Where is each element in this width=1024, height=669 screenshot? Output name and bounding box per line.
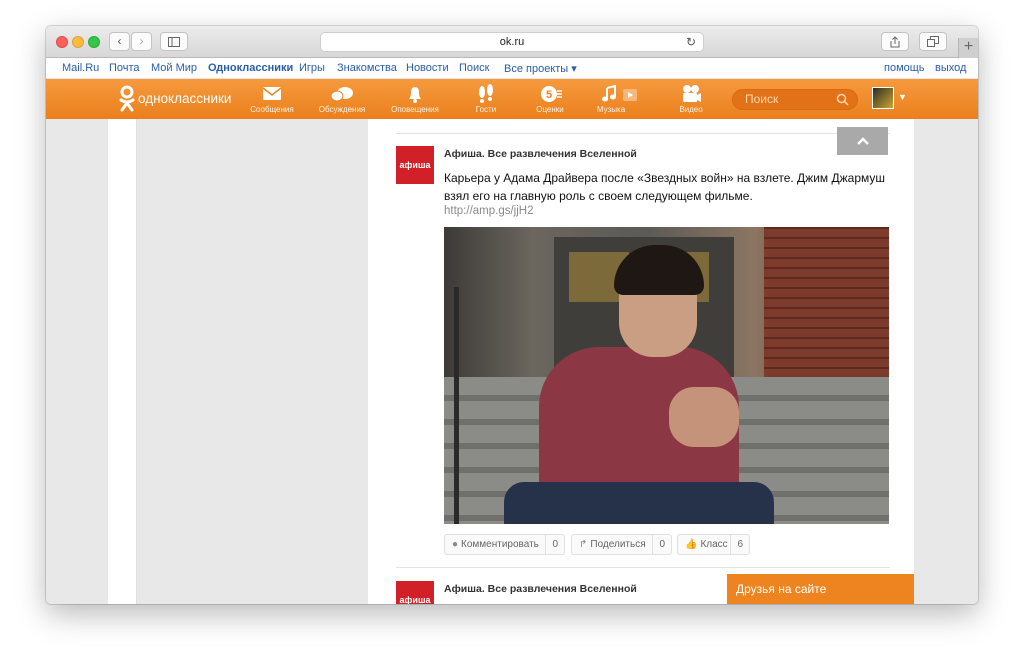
post-author[interactable]: Афиша. Все развлечения Вселенной [444,583,637,595]
ok-logo-icon[interactable] [119,85,135,113]
portal-link-mailru[interactable]: Mail.Ru [62,62,99,74]
divider [396,133,890,134]
bell-icon [409,87,421,103]
browser-window: ‹ › ok.ru ↻ + Mail.Ru Почта Мой Мир Одно… [46,26,978,604]
back-button[interactable]: ‹ [109,32,130,51]
sidebar-icon [168,37,180,47]
nav-ratings[interactable]: 5 Оценки [520,83,580,115]
nav-notifications[interactable]: Оповещения [385,83,445,115]
search-icon[interactable] [836,93,849,106]
post-link[interactable]: http://amp.gs/jjH2 [444,205,533,217]
minimize-window-button[interactable] [72,36,84,48]
search-placeholder: Поиск [745,92,779,106]
portal-link-games[interactable]: Игры [299,62,325,74]
tabs-icon [927,36,939,47]
portal-link-all-projects[interactable]: Все проекты ▾ [504,62,577,75]
share-arrow-icon: ↱ [579,539,588,550]
url-text: ok.ru [499,36,525,48]
nav-label: Видео [679,105,703,114]
like-button[interactable]: 👍 Класс 6 [677,534,750,555]
share-icon [890,36,900,48]
like-label: Класс [700,539,728,550]
nav-guests[interactable]: Гости [456,83,516,115]
nav-discussions[interactable]: Обсуждения [312,83,372,115]
comment-button[interactable]: ● Комментировать 0 [444,534,565,555]
nav-music[interactable]: Музыка [581,83,641,115]
portal-link-my-world[interactable]: Мой Мир [151,62,197,74]
plus-icon: + [963,38,974,55]
column-divider [136,119,137,604]
share-count: 0 [652,535,671,554]
portal-link-search[interactable]: Поиск [459,62,489,74]
sidebar-button[interactable] [160,32,188,51]
chevron-right-icon: › [139,34,144,48]
chat-icon [330,87,353,102]
chevron-left-icon: ‹ [117,34,122,48]
reload-icon[interactable]: ↻ [686,33,696,51]
music-icon [602,84,637,102]
nav-label: Гости [475,105,497,114]
post-avatar[interactable]: афиша [396,146,434,184]
share-button[interactable] [881,32,909,51]
rating-icon: 5 [541,86,562,102]
post-photo[interactable] [444,227,889,524]
nav-video[interactable]: Видео [661,83,721,115]
left-column [108,119,136,604]
like-count: 6 [730,535,749,554]
post-author[interactable]: Афиша. Все развлечения Вселенной [444,148,637,160]
video-camera-icon [683,85,701,102]
post-text: Карьера у Адама Драйвера после «Звездных… [444,171,885,203]
nav-label: Обсуждения [318,105,366,114]
portal-link-logout[interactable]: выход [935,62,966,74]
avatar[interactable] [872,87,894,109]
portal-link-dating[interactable]: Знакомства [337,62,397,74]
nav-label: Оповещения [391,105,439,114]
search-input[interactable]: Поиск [732,89,858,110]
comment-count: 0 [545,535,564,554]
divider [396,567,890,568]
new-tab-button[interactable]: + [958,38,978,58]
portal-link-mail[interactable]: Почта [109,62,140,74]
thumbs-up-icon: 👍 [685,539,698,550]
nav-label: Музыка [596,105,626,114]
page-content: афиша Афиша. Все развлечения Вселенной К… [46,119,978,604]
post-avatar[interactable]: афиша [396,581,434,604]
photo-railing [454,287,474,524]
photo-person-hands [669,387,739,447]
tabs-overview-button[interactable] [919,32,947,51]
forward-button[interactable]: › [131,32,152,51]
photo-brick-wall [764,227,889,377]
footprints-icon [479,84,493,103]
friends-online-bar[interactable]: Друзья на сайте [727,574,914,604]
comment-label: Комментировать [461,539,539,550]
share-post-button[interactable]: ↱ Поделиться 0 [571,534,672,555]
close-window-button[interactable] [56,36,68,48]
address-bar[interactable]: ok.ru ↻ [320,32,704,52]
envelope-icon [262,87,282,100]
comment-icon: ● [452,539,459,550]
portal-link-help[interactable]: помощь [884,62,925,74]
nav-messages[interactable]: Сообщения [242,83,302,115]
photo-person-jeans [504,482,774,524]
browser-toolbar: ‹ › ok.ru ↻ [46,26,978,58]
portal-link-news[interactable]: Новости [406,62,449,74]
share-label: Поделиться [590,539,646,550]
zoom-window-button[interactable] [88,36,100,48]
portal-link-odnoklassniki[interactable]: Одноклассники [208,62,293,74]
svg-text:5: 5 [546,89,552,101]
chevron-up-icon [856,137,869,145]
ok-navigation-bar: одноклассники Сообщения Обсуждения Опове… [46,79,978,119]
scroll-to-top-button[interactable] [837,127,888,155]
portal-bar: Mail.Ru Почта Мой Мир Одноклассники Игры… [46,58,978,79]
chevron-down-icon[interactable]: ▼ [898,92,907,102]
ok-logo-text[interactable]: одноклассники [138,91,231,106]
nav-label: Оценки [536,105,564,114]
nav-label: Сообщения [250,105,294,114]
